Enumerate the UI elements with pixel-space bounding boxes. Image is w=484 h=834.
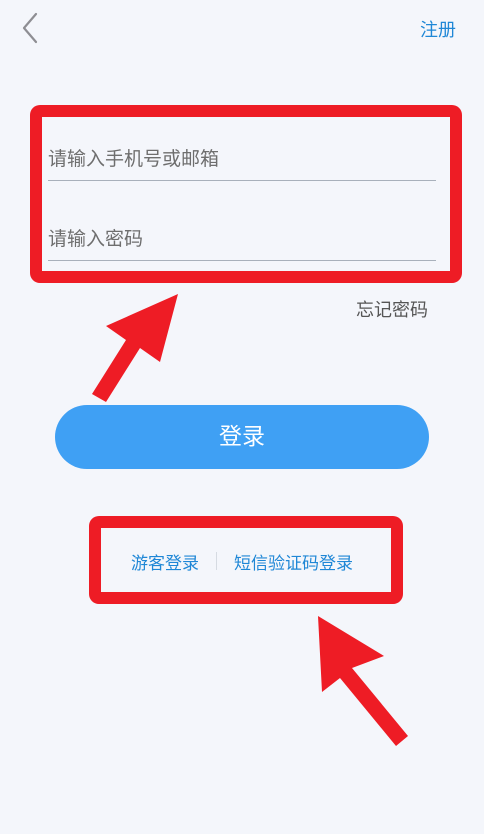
back-button[interactable]	[14, 10, 50, 46]
alt-login-options: 游客登录 短信验证码登录	[104, 545, 380, 577]
arrow-up-left-icon	[318, 616, 408, 746]
guest-login-link[interactable]: 游客登录	[131, 549, 199, 574]
sms-login-link[interactable]: 短信验证码登录	[234, 549, 353, 574]
arrow-up-icon	[92, 294, 178, 402]
divider	[216, 552, 217, 570]
login-page: 注册 忘记密码 登录 游客登录 短信验证码登录	[0, 0, 484, 834]
register-link[interactable]: 注册	[420, 16, 456, 42]
account-input[interactable]	[48, 148, 436, 170]
password-input[interactable]	[48, 228, 436, 250]
forgot-password-link[interactable]: 忘记密码	[356, 296, 428, 322]
account-field	[48, 117, 436, 181]
chevron-left-icon	[22, 12, 38, 44]
password-field	[48, 197, 436, 261]
login-button[interactable]: 登录	[55, 405, 429, 469]
